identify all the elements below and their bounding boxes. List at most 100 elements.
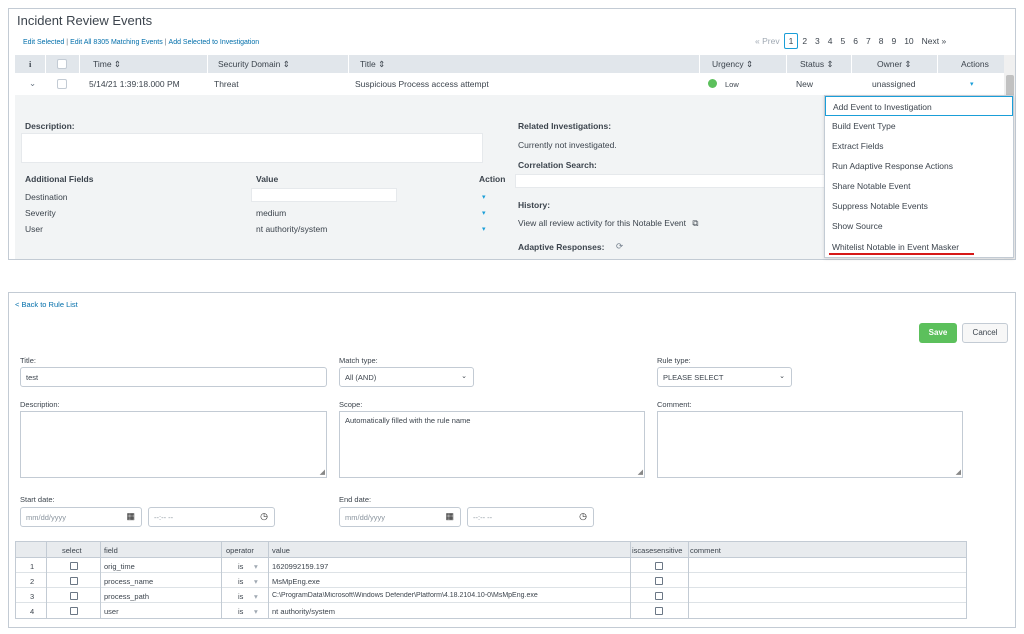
grid-row-field[interactable]: orig_time (104, 562, 135, 571)
calendar-icon[interactable]: ▦ (126, 511, 135, 522)
history-link[interactable]: View all review activity for this Notabl… (518, 218, 698, 229)
pagination-page-7[interactable]: 7 (862, 34, 875, 48)
event-checkbox[interactable] (57, 79, 67, 89)
pagination-page-9[interactable]: 9 (887, 34, 900, 48)
time-column-header[interactable]: Time ⇕ (93, 59, 121, 70)
select-all-checkbox[interactable] (57, 59, 67, 69)
event-actions-caret-icon[interactable]: ▾ (970, 80, 974, 88)
event-owner[interactable]: unassigned (872, 79, 915, 89)
save-button[interactable]: Save (919, 323, 957, 343)
expand-chevron-icon[interactable]: ⌄ (29, 78, 36, 89)
menu-item-build-event-type[interactable]: Build Event Type (825, 116, 1013, 136)
grid-row[interactable]: 3 process_path is ▾ C:\ProgramData\Micro… (16, 588, 966, 603)
owner-column-header[interactable]: Owner ⇕ (877, 59, 912, 70)
rule-type-select[interactable]: PLEASE SELECT ⌄ (657, 367, 792, 387)
grid-row-value[interactable]: MsMpEng.exe (272, 577, 320, 586)
operator-caret-icon[interactable]: ▾ (254, 592, 258, 601)
title-label: Title: (20, 356, 36, 365)
grid-row-field[interactable]: process_path (104, 592, 149, 601)
field-severity-caret-icon[interactable]: ▾ (482, 209, 486, 217)
grid-row-select-checkbox[interactable] (70, 562, 78, 570)
description-textarea[interactable]: ◢ (20, 411, 327, 478)
grid-row-casesensitive-checkbox[interactable] (655, 562, 663, 570)
title-input[interactable]: test (20, 367, 327, 387)
clock-icon[interactable]: ◷ (579, 511, 587, 522)
grid-row[interactable]: 1 orig_time is ▾ 1620992159.197 (16, 558, 966, 573)
urgency-column-header[interactable]: Urgency ⇕ (712, 59, 753, 70)
pagination-page-6[interactable]: 6 (849, 34, 862, 48)
comment-textarea[interactable]: ◢ (657, 411, 963, 478)
conditions-grid: select field operator value iscasesensit… (15, 541, 967, 619)
resize-grip-icon[interactable]: ◢ (320, 469, 325, 476)
description-label: Description: (25, 121, 75, 131)
menu-item-run-adaptive-response-actions[interactable]: Run Adaptive Response Actions (825, 156, 1013, 176)
end-date-input[interactable]: mm/dd/yyyy ▦ (339, 507, 461, 527)
menu-item-show-source[interactable]: Show Source (825, 216, 1013, 236)
grid-row-number: 3 (30, 592, 35, 601)
field-destination-caret-icon[interactable]: ▾ (482, 193, 486, 201)
scope-value: Automatically filled with the rule name (345, 416, 471, 425)
grid-row-value[interactable]: 1620992159.197 (272, 562, 328, 571)
pagination-next[interactable]: Next » (918, 34, 951, 48)
pagination-page-10[interactable]: 10 (900, 34, 917, 48)
pagination-page-8[interactable]: 8 (875, 34, 888, 48)
grid-row-casesensitive-checkbox[interactable] (655, 577, 663, 585)
menu-item-extract-fields[interactable]: Extract Fields (825, 136, 1013, 156)
pagination-page-5[interactable]: 5 (837, 34, 850, 48)
related-investigations-label: Related Investigations: (518, 121, 612, 131)
operator-caret-icon[interactable]: ▾ (254, 562, 258, 571)
menu-item-share-notable-event[interactable]: Share Notable Event (825, 176, 1013, 196)
operator-caret-icon[interactable]: ▾ (254, 577, 258, 586)
add-selected-to-investigation-link[interactable]: Add Selected to Investigation (169, 39, 260, 46)
field-user-caret-icon[interactable]: ▾ (482, 225, 486, 233)
grid-row-select-checkbox[interactable] (70, 592, 78, 600)
operator-caret-icon[interactable]: ▾ (254, 607, 258, 616)
pagination-page-4[interactable]: 4 (824, 34, 837, 48)
back-to-rule-list-link[interactable]: < Back to Rule List (15, 300, 78, 309)
scope-textarea[interactable]: Automatically filled with the rule name ◢ (339, 411, 645, 478)
pagination-page-2[interactable]: 2 (798, 34, 811, 48)
menu-item-add-event-to-investigation[interactable]: Add Event to Investigation (825, 96, 1013, 116)
title-column-header[interactable]: Title ⇕ (360, 59, 385, 70)
security-domain-column-header[interactable]: Security Domain ⇕ (218, 59, 290, 70)
clock-icon[interactable]: ◷ (260, 511, 268, 522)
grid-row-field[interactable]: user (104, 607, 119, 616)
edit-selected-link[interactable]: Edit Selected (23, 39, 64, 46)
grid-row-select-checkbox[interactable] (70, 577, 78, 585)
rule-type-value: PLEASE SELECT (663, 373, 724, 382)
match-type-value: All (AND) (345, 373, 377, 382)
grid-row[interactable]: 2 process_name is ▾ MsMpEng.exe (16, 573, 966, 588)
field-user-name: User (25, 224, 43, 234)
external-link-icon[interactable]: ⧉ (692, 218, 698, 228)
grid-row-value[interactable]: C:\ProgramData\Microsoft\Windows Defende… (272, 592, 628, 599)
event-row[interactable]: ⌄ 5/14/21 1:39:18.000 PM Threat Suspicio… (15, 73, 1005, 95)
grid-row-operator[interactable]: is (238, 607, 243, 616)
end-time-input[interactable]: --:-- -- ◷ (467, 507, 594, 527)
pagination-prev[interactable]: « Prev (751, 34, 784, 48)
resize-grip-icon[interactable]: ◢ (638, 469, 643, 476)
grid-row[interactable]: 4 user is ▾ nt authority/system (16, 603, 966, 618)
grid-row-operator[interactable]: is (238, 592, 243, 601)
status-column-header[interactable]: Status ⇕ (800, 59, 834, 70)
grid-row-casesensitive-checkbox[interactable] (655, 607, 663, 615)
grid-row-casesensitive-checkbox[interactable] (655, 592, 663, 600)
edit-all-link[interactable]: Edit All 8305 Matching Events (70, 39, 163, 46)
cancel-button[interactable]: Cancel (962, 323, 1008, 343)
pagination-page-3[interactable]: 3 (811, 34, 824, 48)
resize-grip-icon[interactable]: ◢ (956, 469, 961, 476)
grid-row-field[interactable]: process_name (104, 577, 153, 586)
history-link-text[interactable]: View all review activity for this Notabl… (518, 218, 686, 228)
grid-row-operator[interactable]: is (238, 562, 243, 571)
grid-row-value[interactable]: nt authority/system (272, 607, 335, 616)
grid-row-select-checkbox[interactable] (70, 607, 78, 615)
grid-row-operator[interactable]: is (238, 577, 243, 586)
start-time-input[interactable]: --:-- -- ◷ (148, 507, 275, 527)
match-type-select[interactable]: All (AND) ⌄ (339, 367, 474, 387)
pagination-page-1[interactable]: 1 (783, 33, 799, 49)
match-type-label: Match type: (339, 356, 378, 365)
menu-item-suppress-notable-events[interactable]: Suppress Notable Events (825, 196, 1013, 216)
refresh-icon[interactable]: ⟳ (616, 241, 623, 252)
calendar-icon[interactable]: ▦ (445, 511, 454, 522)
start-date-input[interactable]: mm/dd/yyyy ▦ (20, 507, 142, 527)
event-status[interactable]: New (796, 79, 813, 89)
